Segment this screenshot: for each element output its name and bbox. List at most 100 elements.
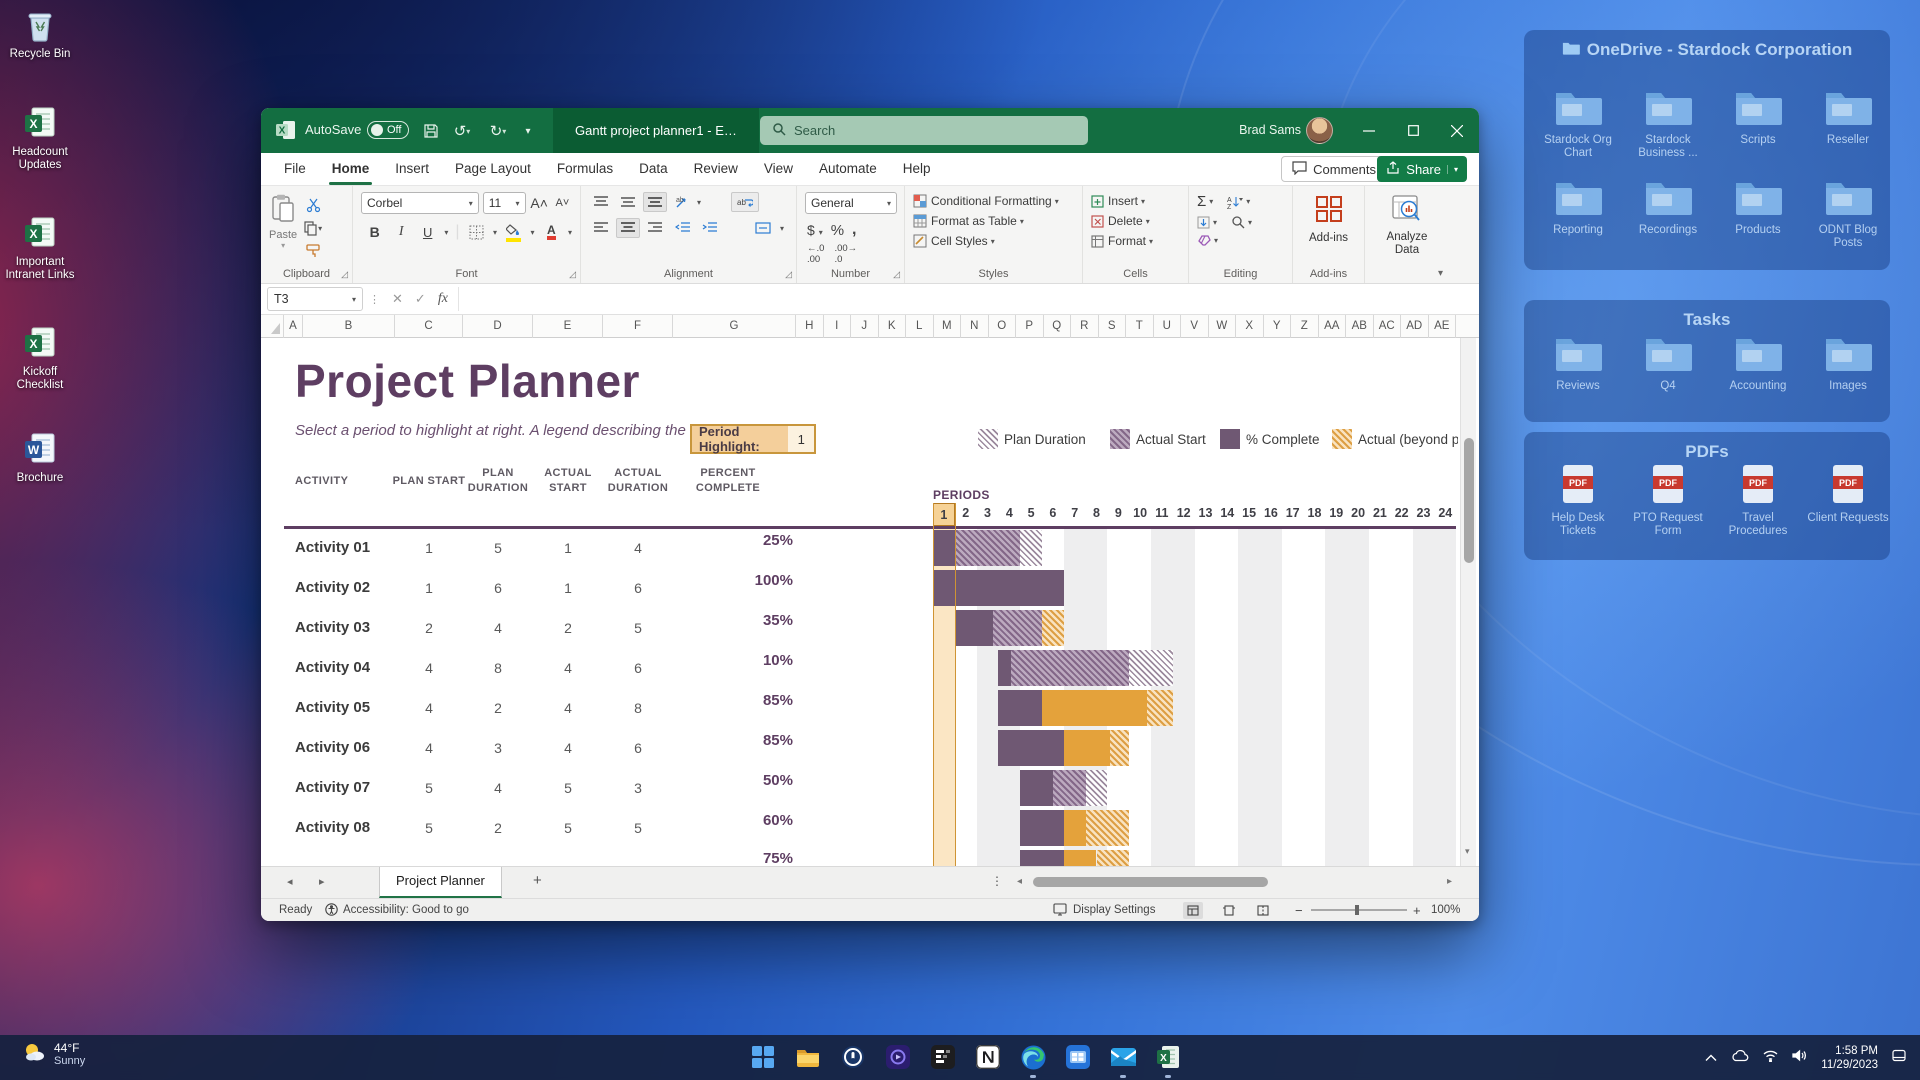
fence-item-scripts[interactable]: Scripts: [1714, 88, 1802, 147]
taskbar-icon-notion[interactable]: [971, 1040, 1005, 1074]
period-number-23[interactable]: 23: [1413, 506, 1435, 520]
cell-value[interactable]: 6: [603, 740, 673, 756]
font-name-select[interactable]: Corbel▾: [361, 192, 479, 214]
ribbon-tab-data[interactable]: Data: [626, 153, 681, 186]
close-button[interactable]: [1435, 108, 1479, 153]
hscroll-thumb[interactable]: [1033, 877, 1268, 887]
period-number-19[interactable]: 19: [1325, 506, 1347, 520]
fill-color-button[interactable]: [504, 223, 523, 241]
align-bottom-button[interactable]: [643, 192, 667, 212]
zoom-in-button[interactable]: +: [1413, 903, 1421, 918]
ribbon-tab-home[interactable]: Home: [319, 153, 383, 186]
comma-style-button[interactable]: ,: [852, 221, 856, 239]
period-number-9[interactable]: 9: [1107, 506, 1129, 520]
italic-button[interactable]: I: [391, 223, 410, 241]
cell-percent[interactable]: 85%: [673, 732, 793, 749]
cell-value[interactable]: 4: [603, 540, 673, 556]
cell-value[interactable]: 6: [603, 580, 673, 596]
cell-value[interactable]: 4: [533, 740, 603, 756]
period-number-22[interactable]: 22: [1391, 506, 1413, 520]
period-number-8[interactable]: 8: [1086, 506, 1108, 520]
column-header-E[interactable]: E: [533, 315, 603, 338]
fence-item-client-requests[interactable]: PDFClient Requests: [1804, 464, 1892, 525]
document-title[interactable]: Gantt project planner1 - E…: [553, 108, 759, 153]
taskbar-icon-windows-app[interactable]: [1061, 1040, 1095, 1074]
cell-percent[interactable]: 60%: [673, 812, 793, 829]
autosave-toggle[interactable]: Off: [367, 121, 409, 139]
fence-item-reseller[interactable]: Reseller: [1804, 88, 1892, 147]
volume-icon[interactable]: [1792, 1049, 1807, 1067]
column-header-AC[interactable]: AC: [1374, 315, 1402, 338]
onedrive-cloud-icon[interactable]: [1731, 1049, 1749, 1067]
taskbar-icon-1password[interactable]: [836, 1040, 870, 1074]
align-middle-button[interactable]: [616, 192, 640, 212]
column-header-J[interactable]: J: [851, 315, 879, 338]
column-header-X[interactable]: X: [1236, 315, 1264, 338]
font-color-dropdown[interactable]: ▾: [568, 228, 572, 237]
period-number-11[interactable]: 11: [1151, 506, 1173, 520]
format-cells-button[interactable]: Format▾: [1091, 234, 1180, 248]
conditional-formatting-button[interactable]: Conditional Formatting▾: [913, 194, 1074, 208]
cell-percent[interactable]: 85%: [673, 692, 793, 709]
save-icon[interactable]: [419, 119, 443, 143]
vscroll-thumb[interactable]: [1464, 438, 1474, 563]
cell-value[interactable]: 3: [603, 780, 673, 796]
cell-value[interactable]: 4: [389, 660, 469, 676]
cell-value[interactable]: 4: [463, 780, 533, 796]
fence-item-stardock-org-chart[interactable]: Stardock Org Chart: [1534, 88, 1622, 160]
taskbar-clock[interactable]: 1:58 PM 11/29/2023: [1821, 1044, 1878, 1072]
column-header-Y[interactable]: Y: [1264, 315, 1292, 338]
table-header-1[interactable]: PLAN START: [389, 474, 469, 489]
cell-activity-name[interactable]: Activity 07: [295, 779, 370, 796]
wrap-text-button[interactable]: ab: [731, 192, 759, 212]
cell-value[interactable]: 5: [389, 820, 469, 836]
zoom-slider-thumb[interactable]: [1355, 905, 1359, 915]
merge-center-button[interactable]: [749, 218, 777, 238]
column-header-O[interactable]: O: [989, 315, 1017, 338]
excel-app-icon[interactable]: X: [275, 119, 297, 141]
fence-item-pto-request-form[interactable]: PDFPTO Request Form: [1624, 464, 1712, 538]
cell-value[interactable]: 5: [603, 820, 673, 836]
share-button[interactable]: Share ▾: [1377, 156, 1467, 182]
fence-item-help-desk-tickets[interactable]: PDFHelp Desk Tickets: [1534, 464, 1622, 538]
insert-cells-button[interactable]: Insert▾: [1091, 194, 1180, 208]
align-top-button[interactable]: [589, 192, 613, 212]
cell-value[interactable]: 4: [463, 620, 533, 636]
taskbar-icon-clipchamp[interactable]: [881, 1040, 915, 1074]
clipboard-dialog-launcher[interactable]: ◿: [341, 269, 348, 280]
period-number-17[interactable]: 17: [1282, 506, 1304, 520]
orientation-button[interactable]: ab: [670, 192, 694, 212]
ribbon-tab-view[interactable]: View: [751, 153, 806, 186]
column-header-D[interactable]: D: [463, 315, 533, 338]
column-header-I[interactable]: I: [824, 315, 852, 338]
cut-icon[interactable]: [303, 196, 323, 214]
cell-activity-name[interactable]: Activity 02: [295, 579, 370, 596]
taskbar-icon-edge[interactable]: [1016, 1040, 1050, 1074]
desktop-icon-recycle-bin[interactable]: Recycle Bin: [0, 8, 80, 61]
maximize-button[interactable]: [1391, 108, 1435, 153]
column-header-W[interactable]: W: [1209, 315, 1237, 338]
cell-percent[interactable]: 35%: [673, 612, 793, 629]
cell-value[interactable]: 4: [533, 660, 603, 676]
column-header-Q[interactable]: Q: [1044, 315, 1072, 338]
cell-activity-name[interactable]: Activity 08: [295, 819, 370, 836]
search-box[interactable]: Search: [760, 116, 1088, 145]
period-number-21[interactable]: 21: [1369, 506, 1391, 520]
ribbon-tab-help[interactable]: Help: [890, 153, 944, 186]
fence-item-recordings[interactable]: Recordings: [1624, 178, 1712, 237]
ribbon-collapse-icon[interactable]: ▾: [1438, 268, 1443, 279]
cell-styles-button[interactable]: Cell Styles▾: [913, 234, 1074, 248]
avatar[interactable]: [1306, 117, 1333, 144]
hscroll-track[interactable]: [1031, 876, 1451, 888]
fence-item-accounting[interactable]: Accounting: [1714, 334, 1802, 393]
cell-value[interactable]: 4: [389, 700, 469, 716]
bold-button[interactable]: B: [365, 223, 384, 241]
minimize-button[interactable]: [1347, 108, 1391, 153]
alignment-dialog-launcher[interactable]: ◿: [785, 269, 792, 280]
period-number-18[interactable]: 18: [1304, 506, 1326, 520]
period-number-12[interactable]: 12: [1173, 506, 1195, 520]
column-header-T[interactable]: T: [1126, 315, 1154, 338]
fence-item-reviews[interactable]: Reviews: [1534, 334, 1622, 393]
cell-activity-name[interactable]: Activity 05: [295, 699, 370, 716]
namebox-splitter[interactable]: ⋮: [363, 293, 386, 306]
